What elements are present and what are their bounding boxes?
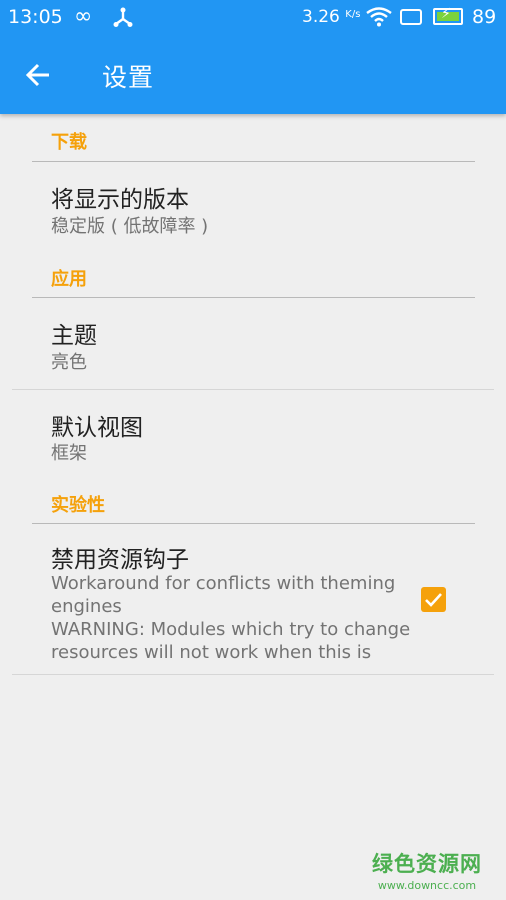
item-divider <box>12 674 494 675</box>
watermark-main: 绿色资源网 <box>372 852 482 876</box>
net-speed: 3.26 K/s <box>302 7 360 27</box>
status-bar: 13:05 ∞ 3.26 K/s ⚡ 89 <box>0 0 506 36</box>
checkmark-icon <box>425 593 442 607</box>
pref-default-view[interactable]: 默认视图 框架 <box>0 390 506 480</box>
arrow-back-icon[interactable] <box>22 58 56 92</box>
battery-percent: 89 <box>472 6 497 28</box>
app-bar: 设置 <box>0 36 506 114</box>
pref-summary: 亮色 <box>51 352 87 373</box>
watermark: 绿色资源网 www.downcc.com <box>372 848 482 892</box>
usb-icon <box>112 6 134 33</box>
pref-summary: 稳定版 ( 低故障率 ) <box>51 216 209 237</box>
page-title: 设置 <box>102 63 155 92</box>
battery-icon: ⚡ <box>433 6 463 25</box>
category-header-experimental: 实验性 <box>51 495 105 516</box>
pref-title: 默认视图 <box>51 415 143 441</box>
category-header-download: 下载 <box>51 132 87 153</box>
status-time: 13:05 <box>8 6 63 28</box>
net-speed-unit: K/s <box>345 9 361 20</box>
net-speed-value: 3.26 <box>302 7 340 27</box>
pref-summary: Workaround for conflicts with theming en… <box>51 573 411 663</box>
pref-title: 禁用资源钩子 <box>51 547 189 573</box>
category-header-app: 应用 <box>51 269 87 290</box>
pref-theme[interactable]: 主题 亮色 <box>0 298 506 389</box>
infinity-icon: ∞ <box>74 4 93 29</box>
pref-title: 主题 <box>51 323 97 349</box>
charging-bolt-icon: ⚡ <box>441 6 451 22</box>
sim-card-icon <box>400 9 422 25</box>
disable-resource-hooks-checkbox[interactable] <box>421 587 446 612</box>
pref-title: 将显示的版本 <box>51 187 189 213</box>
pref-summary: 框架 <box>51 443 87 464</box>
wifi-icon <box>366 7 392 32</box>
watermark-url: www.downcc.com <box>377 879 477 892</box>
settings-screen: 13:05 ∞ 3.26 K/s ⚡ 89 设置 下载 将显示的版本 稳定版 (… <box>0 0 506 900</box>
pref-display-version[interactable]: 将显示的版本 稳定版 ( 低故障率 ) <box>0 162 506 252</box>
top-bar: 13:05 ∞ 3.26 K/s ⚡ 89 设置 <box>0 0 506 114</box>
